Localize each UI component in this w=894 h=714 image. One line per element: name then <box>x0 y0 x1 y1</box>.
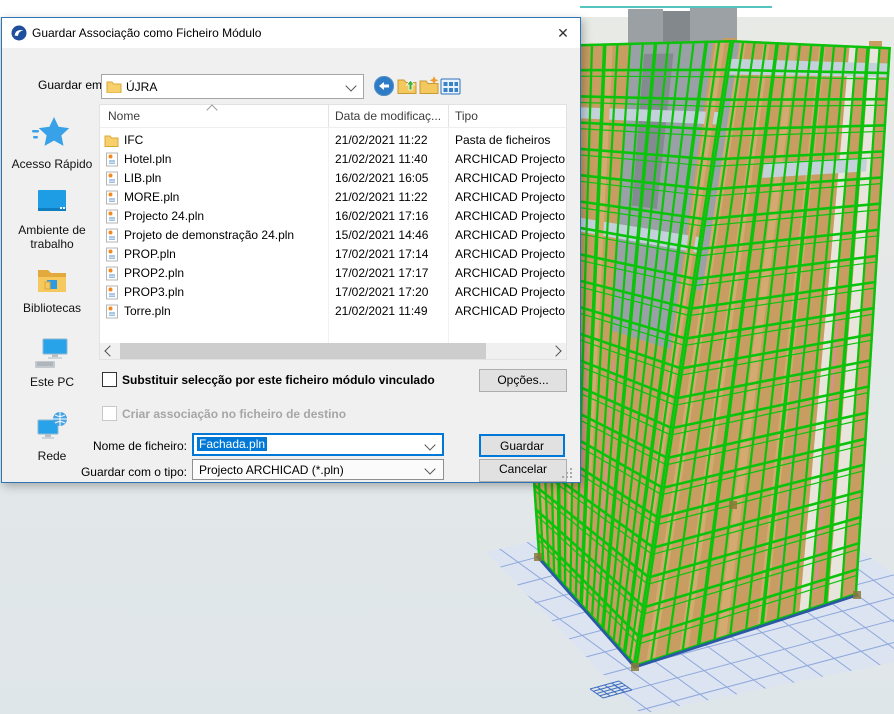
folder-icon <box>106 80 122 93</box>
filetype-value: Projecto ARCHICAD (*.pln) <box>199 463 344 477</box>
sidebar-item-label: Acesso Rápido <box>6 157 98 171</box>
file-date: 16/02/2021 16:05 <box>335 171 445 185</box>
file-date: 21/02/2021 11:40 <box>335 152 445 166</box>
file-row[interactable]: Hotel.pln 21/02/2021 11:40 ARCHICAD Projec… <box>100 150 566 169</box>
options-button[interactable]: Opções... <box>479 369 567 392</box>
replace-selection-label: Substituir selecção por este ficheiro mó… <box>122 373 435 387</box>
sidebar-item-label: Rede <box>6 449 98 463</box>
chevron-down-icon <box>424 463 435 474</box>
chevron-down-icon <box>345 80 356 91</box>
save-in-label: Guardar em: <box>38 78 105 92</box>
file-date: 21/02/2021 11:49 <box>335 304 445 318</box>
network-icon <box>30 410 74 446</box>
archicad-logo-icon <box>11 25 27 41</box>
replace-selection-checkbox[interactable] <box>102 372 117 387</box>
quick-access-star-icon <box>32 114 72 154</box>
file-type: ARCHICAD Projecto <box>455 285 565 299</box>
file-date: 17/02/2021 17:20 <box>335 285 445 299</box>
save-in-value: ÚJRA <box>126 80 157 94</box>
file-name[interactable]: LIB.pln <box>124 171 324 185</box>
dialog-titlebar[interactable]: Guardar Associação como Ficheiro Módulo … <box>2 18 580 48</box>
file-date: 17/02/2021 17:14 <box>335 247 445 261</box>
up-one-level-icon[interactable] <box>396 75 418 97</box>
file-date: 16/02/2021 17:16 <box>335 209 445 223</box>
file-row[interactable]: Torre.pln 21/02/2021 11:49 ARCHICAD Projec… <box>100 302 566 321</box>
file-name[interactable]: PROP3.pln <box>124 285 324 299</box>
file-name[interactable]: Torre.pln <box>124 304 324 318</box>
file-row[interactable]: MORE.pln 21/02/2021 11:22 ARCHICAD Project… <box>100 188 566 207</box>
sidebar-item-quick-access[interactable]: Acesso Rápido <box>6 114 98 171</box>
screen: Guardar Associação como Ficheiro Módulo … <box>0 0 894 714</box>
file-row[interactable]: IFC 21/02/2021 11:22 Pasta de ficheiros <box>100 131 566 150</box>
save-button[interactable]: Guardar <box>479 434 565 457</box>
file-row[interactable]: Projecto 24.pln 16/02/2021 17:16 ARCHICAD … <box>100 207 566 226</box>
file-type: ARCHICAD Projecto <box>455 209 565 223</box>
save-in-dropdown[interactable]: ÚJRA <box>101 74 364 99</box>
sidebar-item-label: Ambiente de trabalho <box>6 223 98 251</box>
file-type: Pasta de ficheiros <box>455 133 565 147</box>
save-module-dialog: Guardar Associação como Ficheiro Módulo … <box>1 17 581 483</box>
file-name[interactable]: PROP2.pln <box>124 266 324 280</box>
scrollbar-thumb[interactable] <box>120 343 486 359</box>
dialog-title: Guardar Associação como Ficheiro Módulo <box>32 26 261 40</box>
file-row[interactable]: LIB.pln 16/02/2021 16:05 ARCHICAD Projecto <box>100 169 566 188</box>
cancel-button[interactable]: Cancelar <box>479 459 567 482</box>
column-header-nome[interactable]: Nome <box>108 109 140 123</box>
scroll-left-icon[interactable] <box>104 345 115 356</box>
sidebar-item-network[interactable]: Rede <box>6 410 98 463</box>
file-row[interactable]: PROP2.pln 17/02/2021 17:17 ARCHICAD Projec… <box>100 264 566 283</box>
file-type: ARCHICAD Projecto <box>455 247 565 261</box>
file-type: ARCHICAD Projecto <box>455 228 565 242</box>
horizontal-scrollbar[interactable] <box>100 343 566 359</box>
sidebar-item-label: Bibliotecas <box>6 301 98 315</box>
sort-ascending-icon <box>206 104 217 115</box>
file-type: ARCHICAD Projecto <box>455 152 565 166</box>
file-date: 15/02/2021 14:46 <box>335 228 445 242</box>
file-type: ARCHICAD Projecto <box>455 266 565 280</box>
file-name[interactable]: Hotel.pln <box>124 152 324 166</box>
filename-label: Nome de ficheiro: <box>87 439 187 453</box>
create-association-label: Criar associação no ficheiro de destino <box>122 407 346 421</box>
file-type: ARCHICAD Projecto <box>455 190 565 204</box>
resize-grip[interactable] <box>558 468 576 480</box>
filetype-dropdown[interactable]: Projecto ARCHICAD (*.pln) <box>192 459 444 480</box>
file-date: 21/02/2021 11:22 <box>335 190 445 204</box>
file-name[interactable]: PROP.pln <box>124 247 324 261</box>
sidebar-item-this-pc[interactable]: Este PC <box>6 336 98 389</box>
chevron-down-icon <box>424 439 435 450</box>
view-menu-icon[interactable] <box>440 75 462 97</box>
new-folder-icon[interactable] <box>418 75 440 97</box>
filetype-label: Guardar com o tipo: <box>62 465 187 479</box>
column-header-data[interactable]: Data de modificaç... <box>335 109 441 123</box>
sidebar-item-libraries[interactable]: Bibliotecas <box>6 264 98 315</box>
this-pc-icon <box>30 336 74 372</box>
filename-input[interactable]: Fachada.pln <box>192 433 444 456</box>
file-date: 17/02/2021 17:17 <box>335 266 445 280</box>
create-association-checkbox <box>102 406 117 421</box>
sidebar-item-label: Este PC <box>6 375 98 389</box>
file-date: 21/02/2021 11:22 <box>335 133 445 147</box>
file-type: ARCHICAD Projecto <box>455 171 565 185</box>
column-header-tipo[interactable]: Tipo <box>455 109 478 123</box>
file-name[interactable]: Projecto 24.pln <box>124 209 324 223</box>
file-type: ARCHICAD Projecto <box>455 304 565 318</box>
filename-value: Fachada.pln <box>197 437 267 451</box>
libraries-icon <box>32 264 72 298</box>
file-list-header[interactable]: Nome Data de modificaç... Tipo <box>100 105 566 128</box>
sidebar-item-desktop[interactable]: Ambiente de trabalho <box>6 186 98 251</box>
file-row[interactable]: Projeto de demonstração 24.pln 15/02/2021… <box>100 226 566 245</box>
back-icon[interactable] <box>373 75 395 97</box>
file-row[interactable]: PROP.pln 17/02/2021 17:14 ARCHICAD Project… <box>100 245 566 264</box>
file-name[interactable]: MORE.pln <box>124 190 324 204</box>
close-icon[interactable]: ✕ <box>546 18 580 48</box>
file-row[interactable]: PROP3.pln 17/02/2021 17:20 ARCHICAD Projec… <box>100 283 566 302</box>
file-list: Nome Data de modificaç... Tipo IFC 21/02/… <box>99 104 567 360</box>
file-name[interactable]: Projeto de demonstração 24.pln <box>124 228 324 242</box>
file-name[interactable]: IFC <box>124 133 324 147</box>
scroll-right-icon[interactable] <box>550 345 561 356</box>
desktop-icon <box>32 186 72 220</box>
